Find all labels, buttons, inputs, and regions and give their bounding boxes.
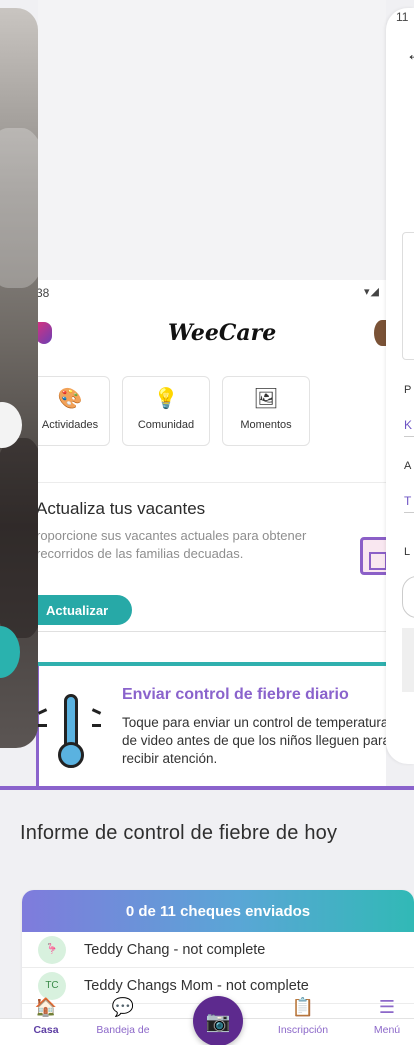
fever-report-title: Informe de control de fiebre de hoy: [20, 822, 338, 844]
avatar: TC: [38, 971, 66, 1000]
avatar[interactable]: [374, 320, 386, 346]
vacancies-section: Actualiza tus vacantes roporcione sus va…: [36, 482, 386, 632]
tile-moments[interactable]: 🖼 Momentos: [222, 376, 310, 446]
child-name: Teddy Chang - not complete: [84, 941, 266, 958]
field-label: A: [404, 460, 412, 472]
nav-home-label: Casa: [33, 1024, 59, 1036]
field-value[interactable]: K: [404, 418, 412, 432]
tile-label: Actividades: [41, 419, 99, 431]
app-logo: WeeCare: [168, 320, 277, 346]
nav-enrollment-label: Inscripción: [277, 1024, 329, 1036]
vacancies-text: roporcione sus vacantes actuales para ob…: [36, 528, 307, 561]
photo-highlight: [0, 128, 38, 288]
card-divider: [0, 786, 414, 790]
update-button[interactable]: Actualizar: [36, 595, 132, 625]
calendar-icon: [360, 537, 386, 575]
chat-icon: 💬: [111, 997, 135, 1017]
weecare-app-card[interactable]: 38 ▾◢ WeeCare 🎨 Actividades 💡 Comunidad …: [0, 0, 414, 790]
camera-button[interactable]: 📷: [193, 996, 243, 1045]
field-label: L: [404, 546, 411, 558]
camera-icon: 📷: [205, 1010, 231, 1033]
clipboard-icon: 📋: [291, 997, 315, 1017]
child-name: Teddy Changs Mom - not complete: [84, 977, 309, 994]
field-value[interactable]: T: [404, 494, 411, 508]
back-arrow-icon[interactable]: ←: [406, 44, 414, 65]
status-time: 11: [396, 10, 409, 24]
thermometer-bulb: [58, 742, 84, 768]
ray: [37, 708, 48, 715]
photo-icon: 🖼: [253, 388, 279, 410]
brand-logo-icon: [36, 322, 52, 344]
fever-check-text: Toque para enviar un control de temperat…: [122, 715, 386, 766]
field-underline: [404, 512, 414, 513]
weecare-home-screen[interactable]: 38 ▾◢ WeeCare 🎨 Actividades 💡 Comunidad …: [36, 280, 386, 788]
photo-app-card[interactable]: [0, 8, 38, 748]
photo-shadow: [0, 438, 38, 638]
image-placeholder: [402, 232, 414, 360]
input-field[interactable]: [402, 576, 414, 618]
tile-community[interactable]: 💡 Comunidad: [122, 376, 210, 446]
signal-icon: ▾◢: [364, 286, 380, 298]
fever-check-card[interactable]: Enviar control de fiebre diario Toque pa…: [36, 662, 386, 788]
card-blank-area: [38, 0, 386, 280]
tile-activities[interactable]: 🎨 Actividades: [36, 376, 110, 446]
nav-menu-label: Menú: [373, 1024, 401, 1036]
ray: [91, 708, 102, 715]
status-time: 38: [36, 286, 50, 300]
tile-label: Momentos: [240, 419, 292, 431]
field-underline: [404, 436, 414, 437]
fever-report-summary: 0 de 11 cheques enviados: [22, 890, 414, 932]
table-row[interactable]: 🦩 Teddy Chang - not complete: [22, 932, 414, 968]
text-area[interactable]: [402, 628, 414, 692]
tile-label: Comunidad: [137, 419, 195, 431]
fever-check-title: Enviar control de fiebre diario: [122, 686, 349, 703]
ray: [92, 724, 101, 727]
palette-icon: 🎨: [57, 388, 83, 410]
avatar: 🦩: [38, 935, 66, 964]
hamburger-menu-icon: ☰: [378, 997, 396, 1017]
lightbulb-icon: 💡: [153, 388, 179, 410]
nav-inbox-label: Bandeja de: [96, 1024, 150, 1036]
field-label: P: [404, 384, 412, 396]
home-icon: 🏠: [34, 997, 58, 1017]
right-app-card[interactable]: 11 ← P K A T L: [386, 8, 414, 764]
ray: [38, 724, 47, 727]
vacancies-title: Actualiza tus vacantes: [36, 499, 206, 518]
